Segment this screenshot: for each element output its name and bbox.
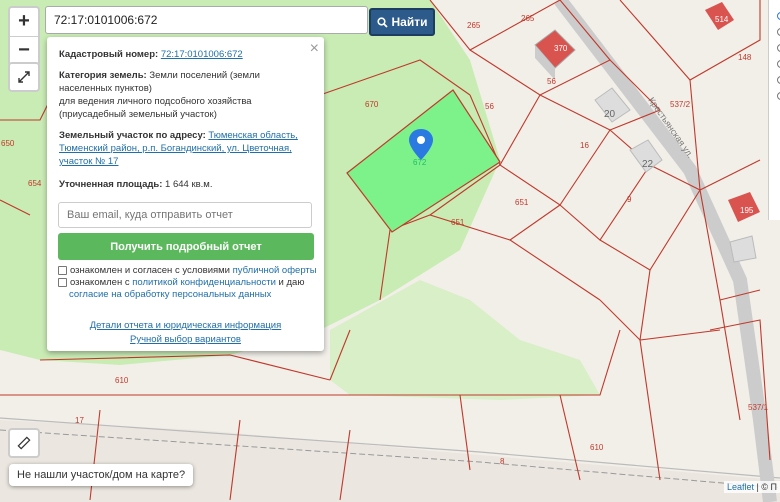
parcel-label: 16 — [580, 141, 589, 150]
parcel-label: 670 — [365, 100, 379, 109]
parcel-label: 265 — [521, 14, 535, 23]
cadastral-row: Кадастровый номер: 72:17:0101006:672 — [59, 48, 314, 61]
offer-agreement-row: ознакомлен и согласен с условиями публич… — [58, 265, 318, 277]
parcel-label: 651 — [451, 218, 465, 227]
details-link-wrap: Детали отчета и юридическая информация — [47, 320, 324, 331]
category-row: Категория земель: Земли поселений (земли… — [59, 69, 314, 95]
attribution-rest: | © П — [754, 482, 777, 492]
manual-link-wrap: Ручной выбор вариантов — [47, 334, 324, 345]
ruler-icon — [17, 436, 31, 450]
parcel-label: 537/2 — [670, 100, 691, 109]
zoom-control: + − — [8, 6, 40, 67]
usage-text: для ведения личного подсобного хозяйства… — [59, 96, 252, 120]
zoom-out-button[interactable]: − — [10, 36, 38, 65]
parcel-label: 265 — [467, 21, 481, 30]
parcel-label: 17 — [75, 416, 84, 425]
category-label: Категория земель: — [59, 70, 147, 81]
privacy-checkbox[interactable] — [58, 277, 67, 287]
manual-select-link[interactable]: Ручной выбор вариантов — [130, 334, 241, 345]
parcel-label: 56 — [485, 102, 494, 111]
fullscreen-button[interactable] — [8, 62, 40, 92]
get-report-button[interactable]: Получить подробный отчет — [58, 233, 314, 260]
ruler-button[interactable] — [8, 428, 40, 458]
area-label: Уточненная площадь: — [59, 179, 163, 190]
search-button[interactable]: Найти — [369, 8, 435, 36]
area-value: 1 644 кв.м. — [165, 179, 213, 190]
details-link[interactable]: Детали отчета и юридическая информация — [90, 320, 282, 331]
parcel-label: 537/1 — [748, 403, 769, 412]
parcel-label: 514 — [715, 15, 729, 24]
parcel-label: 20 — [604, 109, 616, 120]
parcel-popup: × Кадастровый номер: 72:17:0101006:672 К… — [47, 37, 324, 351]
parcel-label: 22 — [642, 159, 654, 170]
offer-link[interactable]: публичной оферты — [233, 265, 317, 276]
zoom-in-button[interactable]: + — [10, 8, 38, 36]
privacy-link[interactable]: политикой конфиденциальности — [132, 277, 276, 288]
privacy-mid: и даю — [275, 277, 305, 288]
parcel-label: 654 — [28, 179, 42, 188]
search-input[interactable] — [45, 6, 368, 34]
parcel-label: 370 — [554, 44, 568, 53]
search-button-label: Найти — [391, 15, 428, 29]
offer-prefix: ознакомлен и согласен с условиями — [70, 265, 233, 276]
fullscreen-icon — [18, 71, 30, 83]
parcel-label: 610 — [590, 443, 604, 452]
minus-icon: − — [18, 39, 30, 61]
parcel-label: 672 — [413, 158, 427, 167]
cadastral-label: Кадастровый номер: — [59, 49, 159, 60]
parcel-label: 148 — [738, 53, 752, 62]
parcel-label: 9 — [627, 195, 632, 204]
parcel-label: 56 — [547, 77, 556, 86]
parcel-label: 650 — [1, 139, 15, 148]
parcel-label: 651 — [515, 198, 529, 207]
plus-icon: + — [18, 10, 30, 32]
privacy-prefix: ознакомлен с — [70, 277, 133, 288]
address-label: Земельный участок по адресу: — [59, 130, 206, 141]
offer-checkbox[interactable] — [58, 265, 67, 275]
parcel-label: 195 — [740, 206, 754, 215]
email-input[interactable] — [58, 202, 312, 228]
not-found-button[interactable]: Не нашли участок/дом на карте? — [9, 464, 194, 486]
consent-link[interactable]: согласие на обработку персональных данны… — [69, 289, 271, 300]
search-icon — [376, 16, 388, 28]
leaflet-link[interactable]: Leaflet — [727, 482, 754, 492]
area-row: Уточненная площадь: 1 644 кв.м. — [59, 178, 314, 191]
address-row: Земельный участок по адресу: Тюменская о… — [59, 129, 314, 168]
privacy-agreement-row: ознакомлен с политикой конфиденциальност… — [58, 277, 318, 301]
attribution: Leaflet | © П — [724, 481, 780, 493]
cadastral-number-link[interactable]: 72:17:0101006:672 — [161, 49, 243, 60]
parcel-label: 610 — [115, 376, 129, 385]
layer-panel — [768, 0, 780, 220]
parcel-label: 8 — [500, 457, 505, 466]
